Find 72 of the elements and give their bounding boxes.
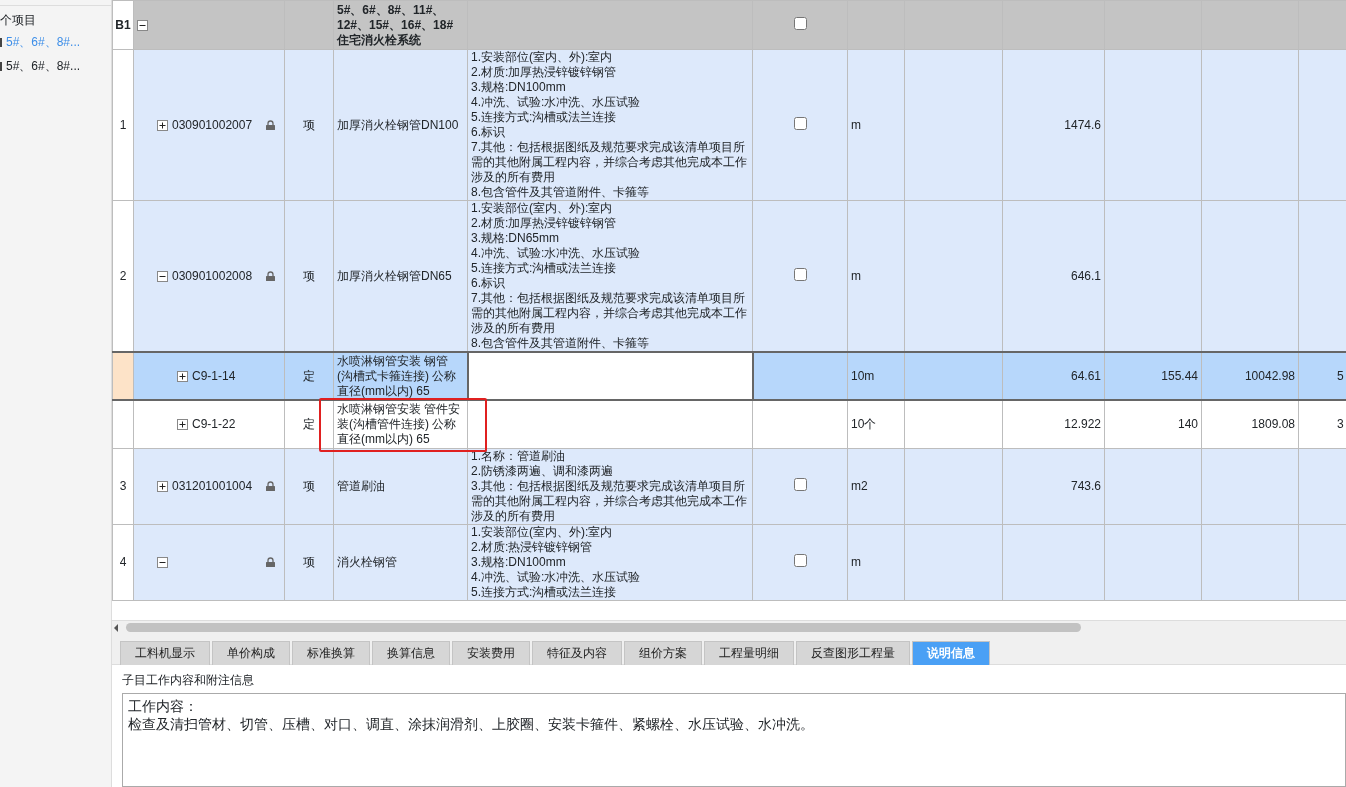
panel-tab[interactable]: 换算信息 <box>372 641 450 665</box>
expand-toggle-icon[interactable] <box>177 370 188 382</box>
feature-text: 1.安装部位(室内、外):室内 2.材质:加厚热浸锌镀锌钢管 3.规格:DN65mm 4.冲洗、试验:水冲洗、水压试验 5.连接方式:沟槽或法兰连接 6.标识 7.其他：包括根据图纸及规范要求完成该清单项目所需的其他附属工程内容，并综合考虑其他完成本工作涉及的所有费用 8.包含管件及其管道附件、卡箍等 <box>471 201 748 351</box>
item-unit: m <box>851 117 861 132</box>
feature-text: 1.安装部位(室内、外):室内 2.材质:加厚热浸锌镀锌钢管 3.规格:DN100mm 4.冲洗、试验:水冲洗、水压试验 5.连接方式:沟槽或法兰连接 6.标识 7.其他：包括根据图纸及规范要求完成该清单项目所需的其他附属工程内容，并综合考虑其他完成本工作涉及的所有费用 8.包含管件及其管道附件、卡箍等 <box>471 50 748 200</box>
item-type: 项 <box>303 268 315 283</box>
panel-tab[interactable]: 工料机显示 <box>120 641 210 665</box>
item-type: 项 <box>303 478 315 493</box>
item-price: 155.44 <box>1161 368 1198 383</box>
row-number: 3 <box>119 478 127 493</box>
item-code: 031201001004 <box>172 478 253 494</box>
item-unit: m <box>851 554 861 569</box>
expand-toggle-icon[interactable] <box>157 119 168 131</box>
row-checkbox[interactable] <box>793 16 807 30</box>
row-checkbox[interactable] <box>793 116 807 130</box>
item-unit: m2 <box>851 478 868 493</box>
collapse-toggle-icon[interactable] <box>157 270 168 282</box>
collapse-toggle-icon[interactable] <box>137 19 148 31</box>
panel-tab[interactable]: 标准换算 <box>292 641 370 665</box>
item-code: C9-1-22 <box>192 416 236 432</box>
item-code: 030901002008 <box>172 268 253 284</box>
item-unit: 10个 <box>851 416 877 431</box>
panel-tab[interactable]: 安装费用 <box>452 641 530 665</box>
item-unit: 10m <box>851 368 875 383</box>
feature-text: 1.安装部位(室内、外):室内 2.材质:热浸锌镀锌钢管 3.规格:DN100mm 4.冲洗、试验:水冲洗、水压试验 5.连接方式:沟槽或法兰连接 <box>471 525 642 599</box>
group-number: B1 <box>115 17 131 32</box>
item-quantity: 646.1 <box>1070 268 1101 283</box>
item-total: 10042.98 <box>1244 368 1295 383</box>
item-code: 030901002007 <box>172 117 253 133</box>
item-unit: m <box>851 268 861 283</box>
item-name: 水喷淋钢管安装 管件安装(沟槽管件连接) 公称直径(mm以内) 65 <box>337 401 461 446</box>
panel-tab[interactable]: 工程量明细 <box>704 641 794 665</box>
item-quantity: 12.922 <box>1064 416 1101 431</box>
item-name: 管道刷油 <box>337 478 385 493</box>
item-name: 水喷淋钢管安装 钢管(沟槽式卡箍连接) 公称直径(mm以内) 65 <box>337 354 457 398</box>
row-number: 2 <box>119 268 127 283</box>
collapse-toggle-icon[interactable] <box>157 556 168 568</box>
row-checkbox[interactable] <box>793 553 807 567</box>
scrollbar-thumb[interactable] <box>126 623 1081 632</box>
panel-tab[interactable]: 单价构成 <box>212 641 290 665</box>
item-quantity: 743.6 <box>1070 478 1101 493</box>
item-name: 加厚消火栓钢管DN100 <box>337 117 459 132</box>
row-checkbox[interactable] <box>793 477 807 491</box>
tree-marker-icon <box>0 61 2 71</box>
item-total: 1809.08 <box>1251 416 1295 431</box>
sidebar-header: 个项目 <box>0 12 37 29</box>
panel-tab[interactable]: 反查图形工程量 <box>796 641 910 665</box>
item-type: 项 <box>303 117 315 132</box>
expand-toggle-icon[interactable] <box>157 480 168 492</box>
item-code: C9-1-14 <box>192 368 236 384</box>
table-cell-value: 5 <box>1337 368 1344 383</box>
row-number: 1 <box>119 117 127 132</box>
panel-tab[interactable]: 特征及内容 <box>532 641 622 665</box>
item-type: 项 <box>303 554 315 569</box>
group-name: 5#、6#、8#、11#、12#、15#、16#、18#住宅消火栓系统 <box>333 0 468 50</box>
expand-toggle-icon[interactable] <box>177 418 188 430</box>
item-name: 消火栓钢管 <box>337 554 397 569</box>
item-price: 140 <box>1177 416 1198 431</box>
row-checkbox[interactable] <box>793 267 807 281</box>
note-field[interactable]: 工作内容： 检查及清扫管材、切管、压槽、对口、调直、涂抹润滑剂、上胶圈、安装卡箍件、紧螺栓、水压试验、水冲洗。 <box>122 693 1346 787</box>
item-name: 加厚消火栓钢管DN65 <box>337 268 452 283</box>
row-number: 4 <box>119 554 127 569</box>
tree-marker-icon <box>0 37 2 47</box>
item-quantity: 64.61 <box>1070 368 1101 383</box>
item-quantity: 1474.6 <box>1064 117 1101 132</box>
note-label: 子目工作内容和附注信息 <box>121 672 255 689</box>
panel-tab[interactable]: 组价方案 <box>624 641 702 665</box>
horizontal-scrollbar[interactable] <box>112 620 1346 634</box>
sidebar-item[interactable]: 5#、6#、8#... <box>6 57 81 75</box>
item-type: 定 <box>303 416 315 431</box>
table-cell-value: 3 <box>1337 416 1344 431</box>
item-type: 定 <box>303 368 315 383</box>
